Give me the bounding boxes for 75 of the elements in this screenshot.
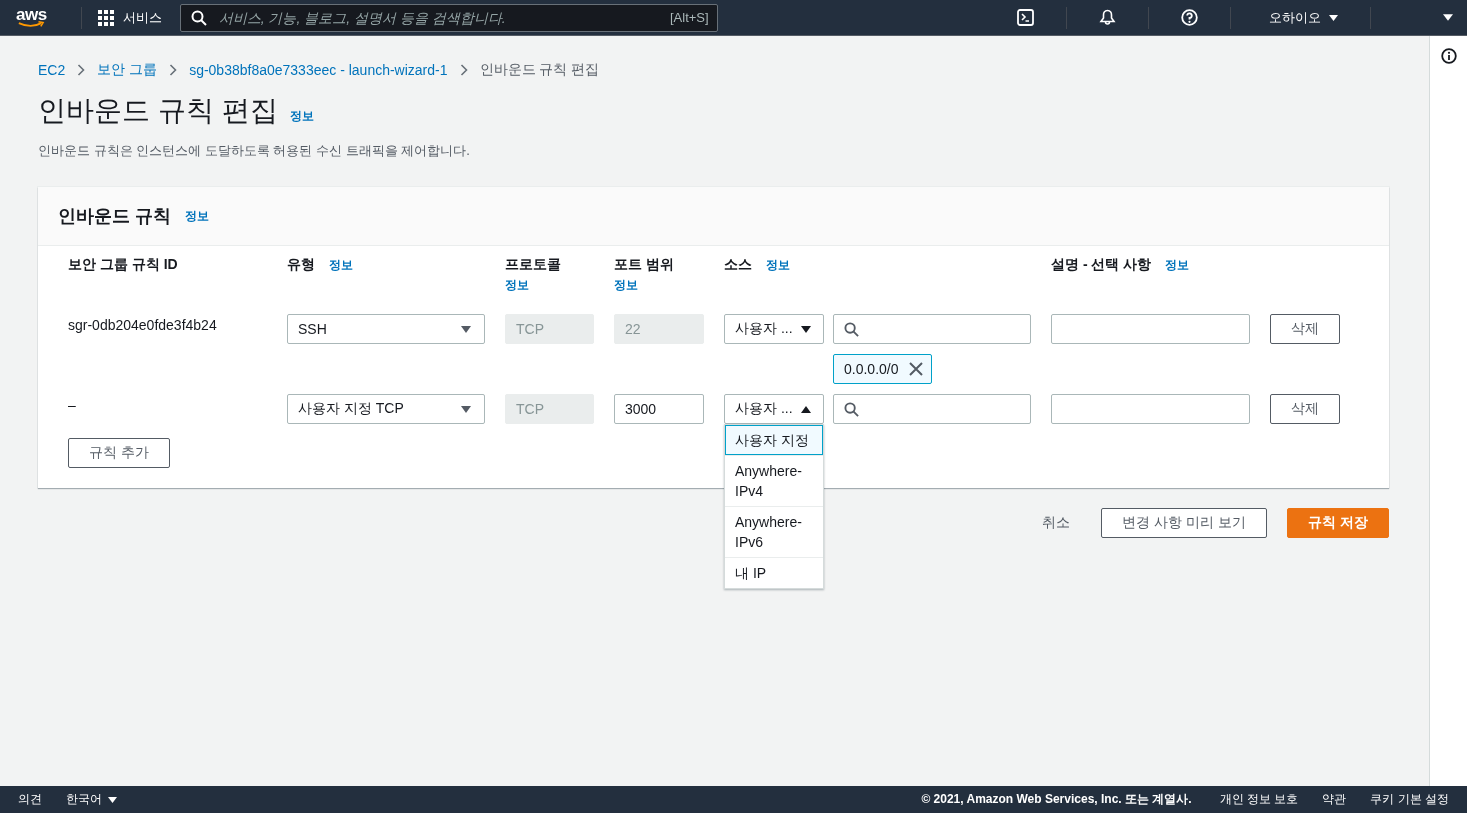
info-link[interactable]: 정보 bbox=[329, 255, 353, 275]
caret-up-icon bbox=[801, 405, 811, 413]
caret-icon bbox=[461, 405, 471, 413]
breadcrumb-link[interactable]: EC2 bbox=[38, 62, 66, 78]
cidr-search-field[interactable] bbox=[833, 314, 1031, 344]
bell-icon[interactable] bbox=[1099, 9, 1116, 26]
delete-button[interactable]: 삭제 bbox=[1270, 394, 1340, 424]
chevron-right-icon bbox=[169, 64, 178, 76]
services-menu-button[interactable]: 서비스 bbox=[97, 8, 162, 27]
cancel-link[interactable]: 취소 bbox=[1042, 514, 1071, 532]
footer-link[interactable]: 개인 정보 보호 bbox=[1219, 791, 1299, 808]
cidr-search-field[interactable] bbox=[833, 394, 1031, 424]
column-header: 보안 그룹 규칙 ID bbox=[68, 256, 178, 272]
aws-logo[interactable]: aws bbox=[16, 7, 47, 28]
page-description: 인바운드 규칙은 인스턴스에 도달하도록 허용된 수신 트래픽을 제어합니다. bbox=[38, 142, 471, 160]
type-select[interactable]: SSH bbox=[287, 314, 485, 344]
caret-icon bbox=[461, 325, 471, 333]
description-field[interactable] bbox=[1051, 394, 1250, 424]
info-icon[interactable] bbox=[1440, 48, 1457, 64]
caret-icon bbox=[108, 796, 117, 803]
preview-changes-button[interactable]: 변경 사항 미리 보기 bbox=[1101, 508, 1268, 538]
delete-button[interactable]: 삭제 bbox=[1270, 314, 1340, 344]
info-link[interactable]: 정보 bbox=[614, 275, 638, 295]
chevron-right-icon bbox=[77, 64, 86, 76]
rule-id: sgr-0db204e0fde3f4b24 bbox=[68, 317, 217, 333]
column-header: 프로토콜 bbox=[505, 256, 561, 272]
close-icon[interactable] bbox=[908, 362, 923, 376]
search-icon bbox=[190, 9, 207, 26]
caret-icon[interactable] bbox=[1443, 14, 1453, 21]
port-field: 22 bbox=[614, 314, 704, 344]
region-menu-button[interactable]: 오하이오 bbox=[1263, 7, 1344, 28]
dropdown-option[interactable]: Anywhere-IPv6 bbox=[725, 506, 823, 557]
help-icon[interactable] bbox=[1181, 9, 1198, 26]
info-link[interactable]: 정보 bbox=[289, 108, 314, 125]
shortcut-hint: [Alt+S] bbox=[669, 10, 709, 25]
port-field[interactable]: 3000 bbox=[614, 394, 704, 424]
feedback-link[interactable]: 의견 bbox=[18, 791, 42, 808]
type-select[interactable]: 사용자 지정 TCP bbox=[287, 394, 485, 424]
protocol-field: TCP bbox=[505, 314, 594, 344]
source-select[interactable]: 사용자 ... bbox=[724, 394, 824, 424]
caret-icon bbox=[1329, 14, 1338, 21]
terminal-icon[interactable] bbox=[1017, 9, 1034, 26]
info-link[interactable]: 정보 bbox=[766, 255, 790, 275]
source-select[interactable]: 사용자 ... bbox=[724, 314, 824, 344]
column-header: 포트 범위 bbox=[614, 256, 674, 272]
footer-link[interactable]: 약관 bbox=[1322, 791, 1347, 808]
column-header: 설명 - 선택 사항 bbox=[1051, 256, 1152, 272]
column-header: 소스 bbox=[724, 256, 752, 272]
language-menu-button[interactable]: 한국어 bbox=[66, 791, 117, 808]
breadcrumb-link[interactable]: sg-0b38bf8a0e7333eec - launch-wizard-1 bbox=[189, 62, 448, 78]
column-header: 유형 bbox=[287, 256, 315, 272]
search-input[interactable]: 서비스, 기능, 블로그, 설명서 등을 검색합니다. bbox=[216, 8, 660, 27]
search-field[interactable]: 서비스, 기능, 블로그, 설명서 등을 검색합니다. [Alt+S] bbox=[179, 3, 718, 32]
search-icon bbox=[844, 321, 859, 337]
search-icon bbox=[844, 401, 859, 417]
caret-icon bbox=[801, 325, 811, 333]
breadcrumb-link[interactable]: 보안 그룹 bbox=[97, 61, 158, 79]
panel-title: 인바운드 규칙 bbox=[58, 205, 171, 228]
info-link[interactable]: 정보 bbox=[1165, 255, 1190, 275]
dropdown-option[interactable]: 내 IP bbox=[725, 557, 823, 588]
protocol-field: TCP bbox=[505, 394, 594, 424]
cidr-token: 0.0.0.0/0 bbox=[833, 354, 932, 384]
grid-icon bbox=[97, 9, 114, 26]
description-field[interactable] bbox=[1051, 314, 1250, 344]
breadcrumb-current: 인바운드 규칙 편집 bbox=[479, 61, 600, 79]
info-link[interactable]: 정보 bbox=[505, 275, 529, 295]
rule-id: – bbox=[68, 397, 76, 413]
add-rule-button[interactable]: 규칙 추가 bbox=[68, 438, 170, 468]
dropdown-option[interactable]: 사용자 지정 bbox=[725, 425, 823, 455]
chevron-right-icon bbox=[459, 64, 468, 76]
page-title: 인바운드 규칙 편집 bbox=[38, 94, 278, 128]
copyright-text: © 2021, Amazon Web Services, Inc. 또는 계열사. bbox=[921, 791, 1192, 808]
info-link[interactable]: 정보 bbox=[185, 207, 209, 225]
dropdown-option[interactable]: Anywhere-IPv4 bbox=[725, 455, 823, 506]
footer-link[interactable]: 쿠키 기본 설정 bbox=[1370, 791, 1449, 808]
